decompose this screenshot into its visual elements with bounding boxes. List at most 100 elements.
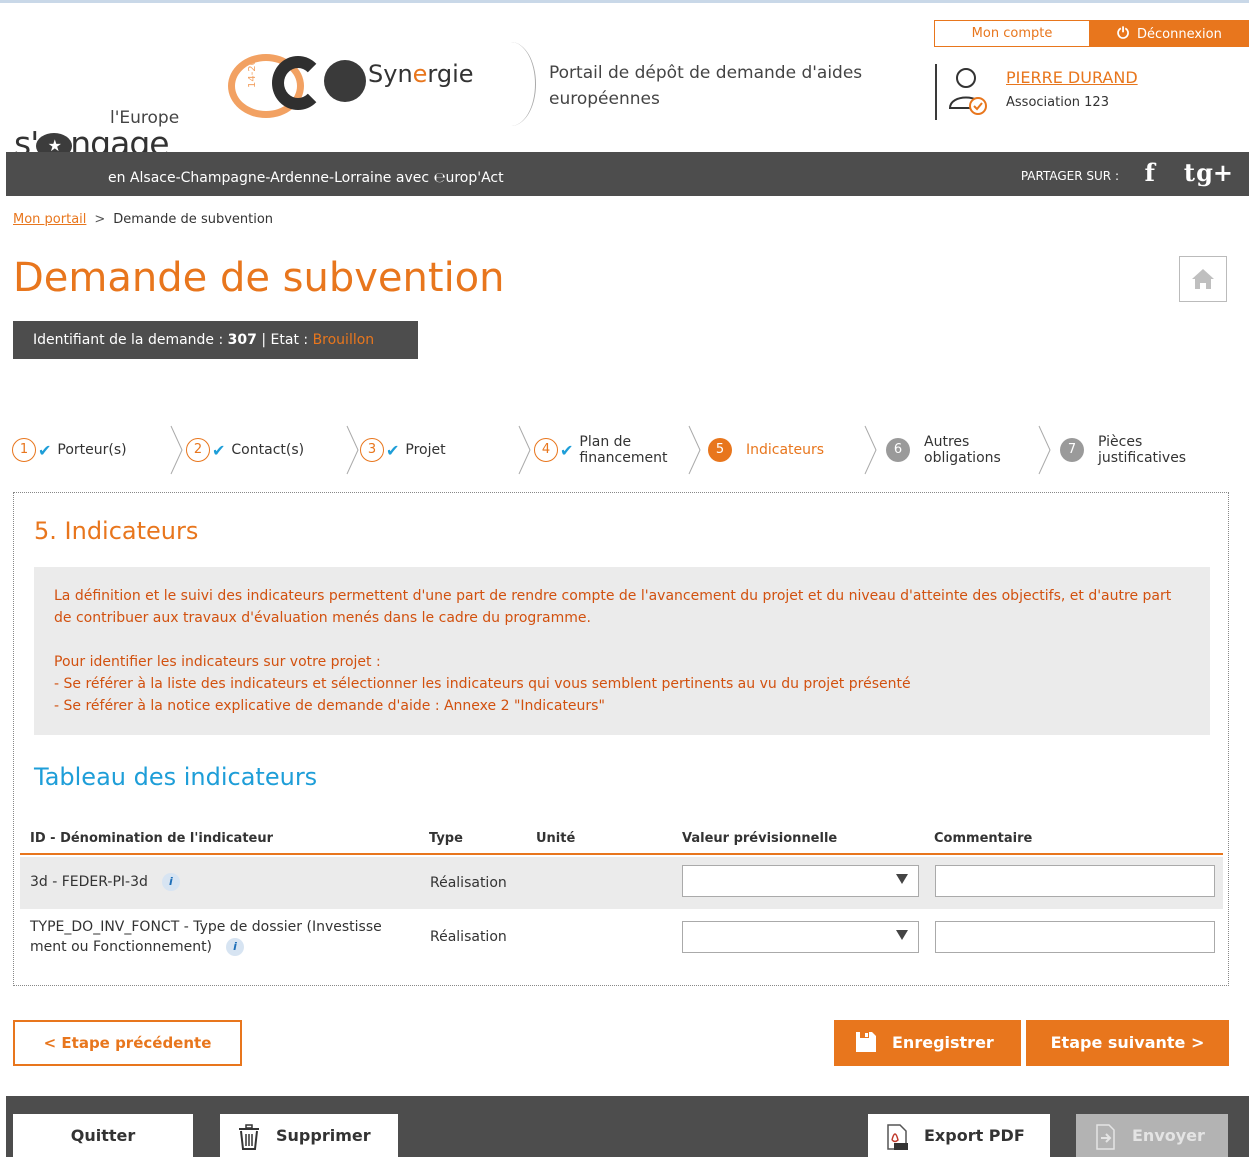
comment-input[interactable]	[935, 921, 1215, 953]
request-id-bar: Identifiant de la demande : 307 | Etat :…	[13, 321, 418, 359]
dropdown-arrow-icon	[896, 874, 908, 884]
breadcrumb-home-link[interactable]: Mon portail	[13, 212, 86, 227]
step-porteurs[interactable]: 1 ✔ Porteur(s)	[12, 420, 127, 480]
check-icon: ✔	[560, 440, 574, 460]
step-projet[interactable]: 3 ✔ Projet	[360, 420, 446, 480]
step-number: 4	[534, 438, 558, 462]
step-pieces-justificatives[interactable]: 7 Pièces justificatives	[1060, 420, 1186, 480]
step-label: Projet	[405, 442, 446, 458]
export-pdf-button[interactable]: Export PDF	[868, 1114, 1050, 1157]
forecast-value-select[interactable]	[682, 865, 919, 897]
step-indicateurs[interactable]: 5 Indicateurs	[708, 420, 824, 480]
home-button[interactable]	[1179, 256, 1227, 302]
portal-description: Portail de dépôt de demande d'aides euro…	[549, 63, 863, 109]
indicators-panel: 5. Indicateurs La définition et le suivi…	[13, 492, 1229, 986]
next-step-button[interactable]: Etape suivante >	[1026, 1020, 1229, 1066]
check-icon: ✔	[386, 440, 400, 460]
wizard-steps: 1 ✔ Porteur(s) 2 ✔ Contact(s) 3 ✔ Projet 4 ✔ Pla…	[12, 420, 1242, 480]
save-icon	[856, 1032, 876, 1052]
info-icon[interactable]: i	[161, 873, 180, 891]
indicator-type: Réalisation	[430, 875, 507, 891]
section-title: 5. Indicateurs	[34, 517, 199, 545]
column-header: Valeur prévisionnelle	[682, 831, 838, 846]
step-number: 2	[186, 438, 210, 462]
step-number: 6	[886, 438, 910, 462]
info-box: La définition et le suivi des indicateur…	[34, 567, 1210, 735]
send-button[interactable]: Envoyer	[1076, 1114, 1228, 1157]
region-text: en Alsace-Champagne-Ardenne-Lorraine ave…	[108, 170, 504, 186]
info-paragraph: - Se référer à la notice explicative de …	[54, 698, 605, 714]
request-id: 307	[227, 332, 257, 348]
top-border	[0, 0, 1249, 3]
logout-button[interactable]: ⏻ Déconnexion	[1090, 20, 1249, 47]
delete-button[interactable]: Supprimer	[220, 1114, 398, 1157]
info-paragraph: La définition et le suivi des indicateur…	[54, 588, 1172, 626]
step-separator	[346, 425, 359, 475]
table-header: ID - Dénomination de l'indicateur Type U…	[20, 827, 1223, 855]
facebook-icon[interactable]: f	[1145, 158, 1155, 187]
trash-icon	[239, 1124, 259, 1150]
twitter-icon[interactable]: t	[1184, 158, 1195, 187]
table-title: Tableau des indicateurs	[34, 763, 318, 791]
check-icon: ✔	[38, 440, 52, 460]
step-number: 3	[360, 438, 384, 462]
pdf-icon	[887, 1124, 908, 1150]
e-logo-icon	[324, 60, 366, 102]
comment-input[interactable]	[935, 865, 1215, 897]
step-plan-financement[interactable]: 4 ✔ Plan de financement	[534, 420, 667, 480]
step-autres-obligations[interactable]: 6 Autres obligations	[886, 420, 1001, 480]
table-row: TYPE_DO_INV_FONCT - Type de dossier (Inv…	[20, 911, 1223, 967]
dropdown-arrow-icon	[896, 930, 908, 940]
request-state: Brouillon	[312, 332, 375, 348]
power-icon: ⏻	[1117, 24, 1129, 42]
user-icon	[948, 68, 987, 115]
step-label: Indicateurs	[746, 442, 825, 458]
step-label: Contact(s)	[231, 442, 305, 458]
my-account-button[interactable]: Mon compte	[934, 20, 1090, 47]
indicator-name: 3d - FEDER-PI-3d i	[30, 873, 180, 891]
step-number: 1	[12, 438, 36, 462]
info-icon[interactable]: i	[226, 938, 245, 956]
step-separator	[518, 425, 531, 475]
region-bar: en Alsace-Champagne-Ardenne-Lorraine ave…	[6, 152, 1249, 196]
quit-button[interactable]: Quitter	[13, 1114, 193, 1157]
user-organization: Association 123	[1006, 95, 1109, 110]
share-label: PARTAGER SUR :	[1020, 169, 1119, 183]
header-divider	[935, 64, 937, 120]
step-label: Autres obligations	[924, 434, 1001, 466]
column-header: ID - Dénomination de l'indicateur	[30, 831, 274, 846]
previous-step-button[interactable]: < Etape précédente	[13, 1020, 242, 1066]
table-row: 3d - FEDER-PI-3d i Réalisation	[20, 857, 1223, 909]
page-title: Demande de subvention	[13, 255, 505, 301]
column-header: Commentaire	[934, 831, 1033, 846]
step-label: Plan de financement	[579, 434, 668, 466]
synergie-name: Synergie	[368, 60, 474, 88]
check-icon: ✔	[212, 440, 226, 460]
action-bar: Quitter Supprimer Export PDF Envoyer	[6, 1096, 1249, 1157]
step-number: 5	[708, 438, 732, 462]
step-separator	[864, 425, 877, 475]
info-paragraph: - Se référer à la liste des indicateurs …	[54, 676, 911, 692]
step-number: 7	[1060, 438, 1084, 462]
indicator-name: TYPE_DO_INV_FONCT - Type de dossier (Inv…	[30, 919, 382, 956]
step-separator	[170, 425, 183, 475]
step-label: Porteur(s)	[57, 442, 127, 458]
indicator-type: Réalisation	[430, 929, 507, 945]
breadcrumb: Mon portail > Demande de subvention	[13, 212, 274, 227]
send-icon	[1096, 1124, 1115, 1150]
google-plus-icon[interactable]: g+	[1196, 158, 1233, 187]
step-separator	[1038, 425, 1051, 475]
save-button[interactable]: Enregistrer	[834, 1020, 1021, 1066]
breadcrumb-current: Demande de subvention	[113, 212, 274, 227]
step-contacts[interactable]: 2 ✔ Contact(s)	[186, 420, 304, 480]
column-header: Type	[429, 831, 463, 846]
synergie-period: 14-20	[247, 58, 259, 89]
user-name-link[interactable]: PIERRE DURAND	[1006, 68, 1138, 87]
column-header: Unité	[536, 831, 576, 846]
step-separator	[688, 425, 701, 475]
synergie-logo: 14-20 Synergie	[228, 42, 536, 126]
forecast-value-select[interactable]	[682, 921, 919, 953]
step-label: Pièces justificatives	[1098, 434, 1187, 466]
home-icon	[1192, 269, 1214, 289]
info-paragraph: Pour identifier les indicateurs sur votr…	[54, 654, 381, 670]
